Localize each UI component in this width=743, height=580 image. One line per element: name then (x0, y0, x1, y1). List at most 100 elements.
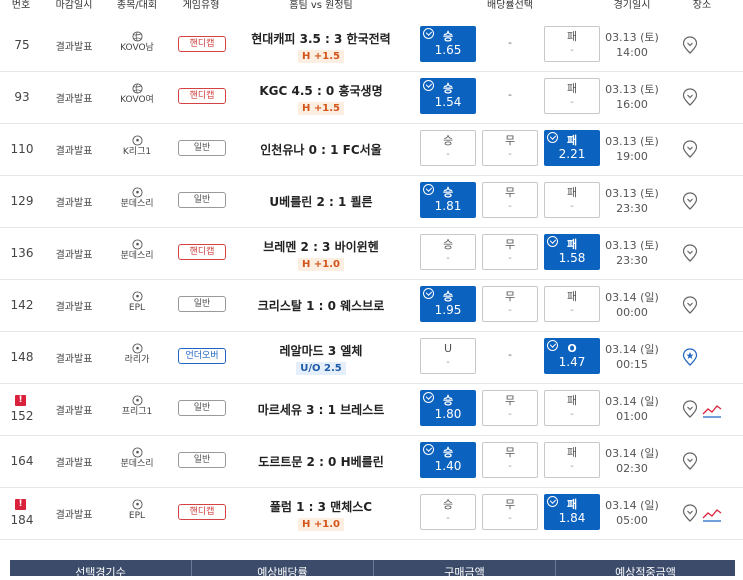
odds-label: 무 (504, 498, 516, 511)
odds-away-button[interactable]: O 1.47 (544, 338, 600, 374)
odds-away-button[interactable]: 패- (544, 182, 600, 218)
league-name: KOVO여 (120, 95, 154, 105)
odds-home-button[interactable]: 승 1.65 (420, 26, 476, 62)
location-pin-icon[interactable] (682, 452, 700, 470)
match-cell: 레알마드 3 엘체 U/O 2.5 (232, 342, 410, 375)
summary-bar: 선택경기수 예상배당률 구매금액 예상적중금액 (10, 560, 735, 579)
odds-draw-button[interactable]: 무- (482, 130, 538, 166)
status-text: 결과발표 (55, 198, 93, 209)
odds-draw-button[interactable]: 무- (482, 494, 538, 530)
odds-draw-button[interactable]: 무- (482, 390, 538, 426)
location-pin-icon[interactable] (682, 36, 700, 54)
check-icon (423, 444, 434, 455)
header-place: 장소 (692, 0, 712, 11)
game-time: 14:00 (616, 46, 648, 59)
odds-home-button[interactable]: 승- (420, 494, 476, 530)
odds-draw-button[interactable]: 무- (482, 234, 538, 270)
odds-label: U (443, 342, 453, 355)
location-pin-icon[interactable] (682, 244, 700, 262)
odds-home-button[interactable]: 승 1.54 (420, 78, 476, 114)
odds-value: 1.47 (558, 355, 586, 369)
odds-away-button[interactable]: 패- (544, 286, 600, 322)
odds-home-button[interactable]: U- (420, 338, 476, 374)
odds-home-button[interactable]: 승- (420, 234, 476, 270)
location-pin-icon[interactable] (682, 504, 700, 522)
table-header: 번호 마감일시 종목/대회 게임유형 홈팀 vs 원정팀 배당률선택 경기일시 … (0, 0, 743, 14)
game-type-badge: 일반 (178, 140, 226, 156)
location-pin-icon[interactable] (682, 140, 700, 158)
header-date: 경기일시 (613, 0, 651, 11)
game-time: 23:30 (616, 202, 648, 215)
match-cell: 풀럼 1 : 3 맨체스C H +1.0 (232, 498, 410, 531)
stats-chart-icon[interactable] (702, 507, 722, 522)
handicap-line: U/O 2.5 (296, 362, 346, 375)
match-cell: 현대캐피 3.5 : 3 한국전력 H +1.5 (232, 30, 410, 63)
soccer-ball-icon (112, 499, 162, 510)
table-row: 136 결과발표 분데스리 핸디캡 브레멘 2 : 3 바이윈헨 H +1.0 승 - 무 - 패 1… (0, 227, 743, 280)
odds-home-button[interactable]: 승- (420, 130, 476, 166)
check-icon (423, 28, 434, 39)
game-time: 00:15 (616, 358, 648, 371)
handicap-line: H +1.5 (298, 102, 344, 115)
soccer-ball-icon (112, 135, 162, 146)
odds-away-button[interactable]: 패- (544, 78, 600, 114)
odds-draw-button[interactable]: 무- (482, 182, 538, 218)
stats-chart-icon[interactable] (702, 403, 722, 418)
game-type-badge: 일반 (178, 400, 226, 416)
match-cell: 크리스탈 1 : 0 웨스브로 (232, 297, 410, 314)
odds-home-button[interactable]: 승 1.40 (420, 442, 476, 478)
odds-label: 무 (504, 134, 516, 147)
odds-draw-button[interactable]: 무- (482, 442, 538, 478)
game-number: 129 (10, 194, 34, 208)
odds-value: - (508, 149, 512, 160)
game-number: 152 (10, 409, 34, 423)
game-time: 02:30 (616, 462, 648, 475)
location-pin-icon[interactable] (682, 192, 700, 210)
odds-label: 승 (442, 498, 454, 511)
match-teams: U베를린 2 : 1 쾰른 (269, 195, 373, 209)
odds-value: - (570, 409, 574, 420)
location-pin-icon[interactable] (682, 88, 700, 106)
odds-value: - (570, 305, 574, 316)
odds-away-button[interactable]: 패 2.21 (544, 130, 600, 166)
game-date: 03.13 (토) (605, 31, 659, 44)
location-pin-icon[interactable] (682, 348, 700, 366)
game-number: 136 (10, 246, 34, 260)
game-datetime: 03.14 (일) 00:00 (602, 290, 662, 320)
game-type-badge: 핸디캡 (178, 36, 226, 52)
odds-away-button[interactable]: 패- (544, 442, 600, 478)
selected-count-label: 선택경기수 (75, 566, 126, 579)
game-number: 184 (10, 513, 34, 527)
check-icon (423, 80, 434, 91)
handicap-line: H +1.0 (298, 258, 344, 271)
table-row: 93 결과발표 KOVO여 핸디캡 KGC 4.5 : 0 흥국생명 H +1.5 승 1.5… (0, 71, 743, 124)
match-cell: KGC 4.5 : 0 흥국생명 H +1.5 (232, 82, 410, 115)
odds-value: 1.95 (434, 303, 462, 317)
check-icon (547, 340, 558, 351)
odds-label: - (508, 36, 512, 49)
soccer-ball-icon (112, 343, 162, 354)
odds-value: - (570, 461, 574, 472)
odds-label: 승 (442, 134, 454, 147)
odds-value: - (570, 97, 574, 108)
location-pin-icon[interactable] (682, 400, 700, 418)
table-row: 129 결과발표 분데스리 일반 U베를린 2 : 1 쾰른 승 1.81 무 - 패 -03.13… (0, 175, 743, 228)
odds-label: 패 (566, 82, 578, 95)
location-pin-icon[interactable] (682, 296, 700, 314)
odds-home-button[interactable]: 승 1.80 (420, 390, 476, 426)
match-cell: 인천유나 0 : 1 FC서울 (232, 141, 410, 158)
league-name: 분데스리 (120, 251, 154, 261)
odds-away-button[interactable]: 패- (544, 26, 600, 62)
game-date: 03.14 (일) (605, 291, 659, 304)
odds-away-button[interactable]: 패- (544, 390, 600, 426)
table-row: 152! 결과발표 프리그1 일반 마르세유 3 : 1 브레스트 승 1.80 무 - 패 -03… (0, 383, 743, 436)
volleyball-icon (112, 83, 162, 94)
odds-away-button[interactable]: 패 1.84 (544, 494, 600, 530)
table-row: 164 결과발표 분데스리 일반 도르트문 2 : 0 H베를린 승 1.40 무 - 패 -03.… (0, 435, 743, 488)
odds-home-button[interactable]: 승 1.81 (420, 182, 476, 218)
league-name: EPL (128, 511, 146, 521)
odds-away-button[interactable]: 패 1.58 (544, 234, 600, 270)
odds-draw-button[interactable]: 무- (482, 286, 538, 322)
soccer-ball-icon (112, 447, 162, 458)
odds-home-button[interactable]: 승 1.95 (420, 286, 476, 322)
